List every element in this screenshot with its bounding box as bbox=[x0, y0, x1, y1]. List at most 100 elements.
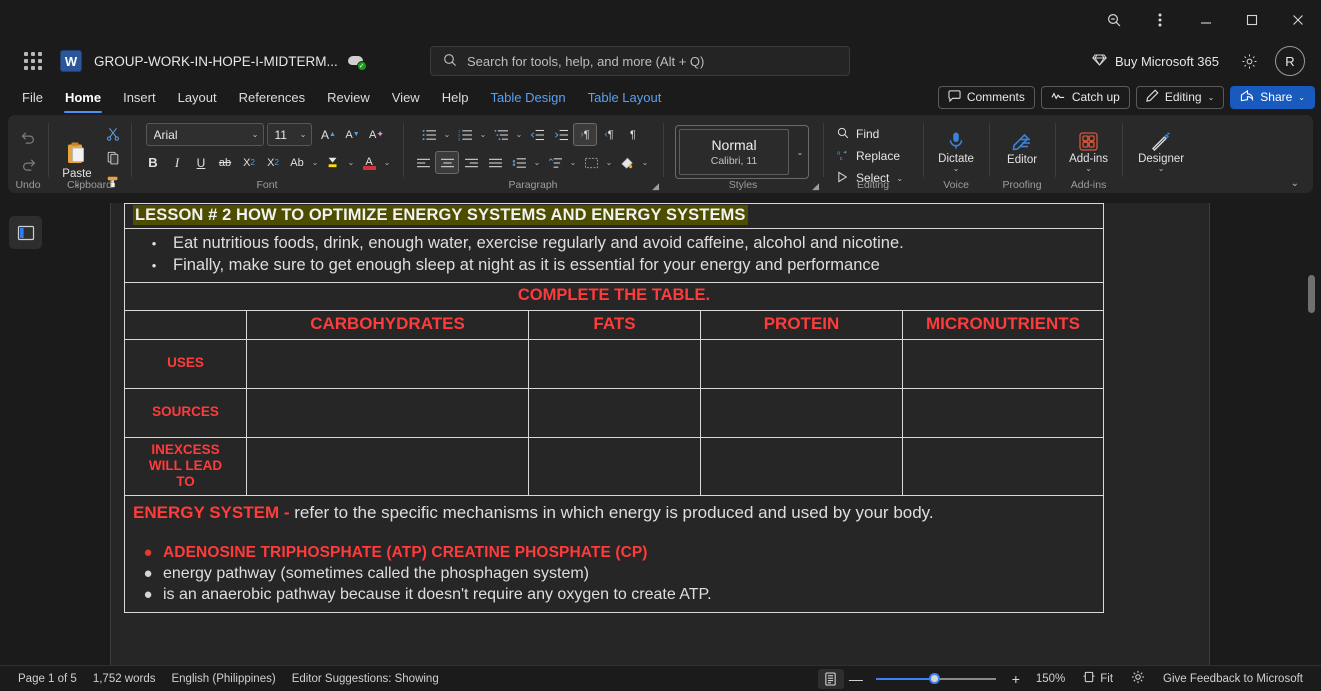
search-input[interactable] bbox=[467, 53, 837, 69]
chevron-down-icon[interactable]: ⌄ bbox=[345, 158, 357, 167]
styles-gallery[interactable]: Normal Calibri, 11 ⌄ bbox=[675, 125, 809, 179]
search-box[interactable] bbox=[430, 46, 850, 76]
designer-button[interactable]: Designer ⌄ bbox=[1134, 128, 1188, 175]
shading-button[interactable] bbox=[615, 151, 639, 174]
cut-button[interactable] bbox=[101, 122, 125, 145]
align-center-button[interactable] bbox=[435, 151, 459, 174]
editing-mode-button[interactable]: Editing ⌄ bbox=[1135, 85, 1225, 109]
redo-button[interactable] bbox=[14, 152, 42, 177]
cell-uses-protein[interactable] bbox=[700, 338, 903, 389]
bullet-list-button[interactable] bbox=[417, 123, 441, 146]
strikethrough-button[interactable]: ab bbox=[213, 151, 237, 174]
language-status[interactable]: English (Philippines) bbox=[163, 671, 283, 687]
chevron-down-icon[interactable]: ⌄ bbox=[603, 158, 615, 167]
tab-table-layout[interactable]: Table Layout bbox=[578, 86, 672, 109]
app-launcher-icon[interactable] bbox=[18, 46, 48, 76]
cell-sources-micronutrients[interactable] bbox=[902, 387, 1104, 438]
dictate-button[interactable]: Dictate ⌄ bbox=[933, 128, 979, 175]
energy-system-cell[interactable]: ENERGY SYSTEM - refer to the specific me… bbox=[124, 494, 1104, 614]
chevron-down-icon[interactable]: ⌄ bbox=[639, 158, 651, 167]
column-header-protein[interactable]: PROTEIN bbox=[700, 309, 903, 340]
tab-layout[interactable]: Layout bbox=[168, 86, 227, 109]
column-header-micronutrients[interactable]: MICRONUTRIENTS bbox=[902, 309, 1104, 340]
chevron-down-icon[interactable]: ⌄ bbox=[953, 165, 960, 173]
cloud-saved-icon[interactable]: ✓ bbox=[347, 53, 367, 71]
cell-inexcess-fats[interactable] bbox=[528, 436, 701, 496]
tab-references[interactable]: References bbox=[229, 86, 315, 109]
chevron-down-icon[interactable]: ⌄ bbox=[531, 158, 543, 167]
table-corner-cell[interactable] bbox=[124, 309, 247, 340]
tab-view[interactable]: View bbox=[382, 86, 430, 109]
multilevel-list-button[interactable] bbox=[489, 123, 513, 146]
fit-button[interactable]: Fit bbox=[1075, 669, 1121, 688]
comments-button[interactable]: Comments bbox=[937, 85, 1035, 109]
underline-button[interactable]: U bbox=[189, 151, 213, 174]
document-title[interactable]: GROUP-WORK-IN-HOPE-I-MIDTERM... bbox=[94, 54, 338, 69]
text-highlight-color-button[interactable] bbox=[321, 151, 345, 174]
more-options-icon[interactable] bbox=[1137, 0, 1183, 40]
show-formatting-marks-button[interactable]: ¶ bbox=[621, 123, 645, 146]
add-ins-button[interactable]: Add-ins ⌄ bbox=[1065, 129, 1112, 175]
page-count-status[interactable]: Page 1 of 5 bbox=[10, 671, 85, 687]
chevron-down-icon[interactable]: ⌄ bbox=[1085, 164, 1092, 173]
style-normal[interactable]: Normal Calibri, 11 bbox=[679, 129, 789, 175]
zoom-in-button[interactable]: + bbox=[1006, 671, 1026, 687]
cell-uses-fats[interactable] bbox=[528, 338, 701, 389]
paragraph-dialog-launcher[interactable]: ◢ bbox=[652, 181, 659, 192]
cell-sources-protein[interactable] bbox=[700, 387, 903, 438]
tab-file[interactable]: File bbox=[12, 86, 53, 109]
find-button[interactable]: Find bbox=[833, 124, 911, 144]
styles-more-chevron-down-icon[interactable]: ⌄ bbox=[792, 126, 808, 178]
catch-up-button[interactable]: Catch up bbox=[1040, 85, 1130, 109]
undo-button[interactable] bbox=[14, 125, 42, 150]
zoom-out-button[interactable]: — bbox=[846, 671, 866, 687]
zoom-knob[interactable] bbox=[928, 673, 940, 684]
borders-button[interactable] bbox=[579, 151, 603, 174]
tab-review[interactable]: Review bbox=[317, 86, 380, 109]
cell-inexcess-protein[interactable] bbox=[700, 436, 903, 496]
right-to-left-text-button[interactable]: ‹ ¶ bbox=[597, 123, 621, 146]
tab-insert[interactable]: Insert bbox=[113, 86, 166, 109]
copy-button[interactable] bbox=[101, 146, 125, 169]
focus-mode-icon[interactable] bbox=[1123, 668, 1153, 689]
gear-icon[interactable] bbox=[1233, 45, 1265, 77]
cell-uses-micronutrients[interactable] bbox=[902, 338, 1104, 389]
scrollbar-thumb[interactable] bbox=[1308, 275, 1315, 313]
align-right-button[interactable] bbox=[459, 151, 483, 174]
cell-inexcess-micronutrients[interactable] bbox=[902, 436, 1104, 496]
decrease-indent-button[interactable] bbox=[525, 123, 549, 146]
column-header-fats[interactable]: FATS bbox=[528, 309, 701, 340]
shrink-font-button[interactable]: A ▼ bbox=[341, 123, 365, 146]
clear-formatting-button[interactable]: A ✦ bbox=[365, 123, 389, 146]
font-name-combo[interactable]: Arial ⌄ bbox=[145, 123, 264, 146]
chevron-down-icon[interactable]: ⌄ bbox=[309, 158, 321, 167]
minimize-icon[interactable] bbox=[1183, 0, 1229, 40]
font-color-button[interactable]: A bbox=[357, 151, 381, 174]
document-content-table[interactable]: LESSON # 2 HOW TO OPTIMIZE ENERGY SYSTEM… bbox=[124, 203, 1104, 614]
editor-button[interactable]: Editor bbox=[999, 129, 1045, 168]
bold-button[interactable]: B bbox=[141, 151, 165, 174]
lesson-heading-cell[interactable]: LESSON # 2 HOW TO OPTIMIZE ENERGY SYSTEM… bbox=[124, 203, 1104, 229]
chevron-down-icon[interactable]: ⌄ bbox=[567, 158, 579, 167]
cell-inexcess-carbohydrates[interactable] bbox=[246, 436, 529, 496]
word-count-status[interactable]: 1,752 words bbox=[85, 671, 164, 687]
tab-table-design[interactable]: Table Design bbox=[480, 86, 575, 109]
left-to-right-text-button[interactable]: › ¶ bbox=[573, 123, 597, 146]
close-icon[interactable] bbox=[1275, 0, 1321, 40]
italic-button[interactable]: I bbox=[165, 151, 189, 174]
tab-home[interactable]: Home bbox=[55, 86, 111, 113]
navigation-pane-toggle[interactable] bbox=[9, 216, 42, 249]
superscript-button[interactable]: X2 bbox=[261, 151, 285, 174]
replace-button[interactable]: ac Replace bbox=[833, 146, 911, 166]
search-zoom-icon[interactable] bbox=[1091, 0, 1137, 40]
chevron-down-icon[interactable]: ⌄ bbox=[381, 158, 393, 167]
buy-microsoft-365-button[interactable]: Buy Microsoft 365 bbox=[1084, 49, 1227, 74]
zoom-slider[interactable] bbox=[875, 671, 996, 687]
chevron-down-icon[interactable]: ⌄ bbox=[1158, 165, 1165, 173]
row-label-uses[interactable]: USES bbox=[124, 338, 247, 389]
subscript-button[interactable]: X2 bbox=[237, 151, 261, 174]
collapse-ribbon-chevron-down-icon[interactable]: ⌄ bbox=[1285, 176, 1305, 191]
row-label-sources[interactable]: SOURCES bbox=[124, 387, 247, 438]
zoom-level-label[interactable]: 150% bbox=[1028, 671, 1073, 687]
column-header-carbohydrates[interactable]: CARBOHYDRATES bbox=[246, 309, 529, 340]
